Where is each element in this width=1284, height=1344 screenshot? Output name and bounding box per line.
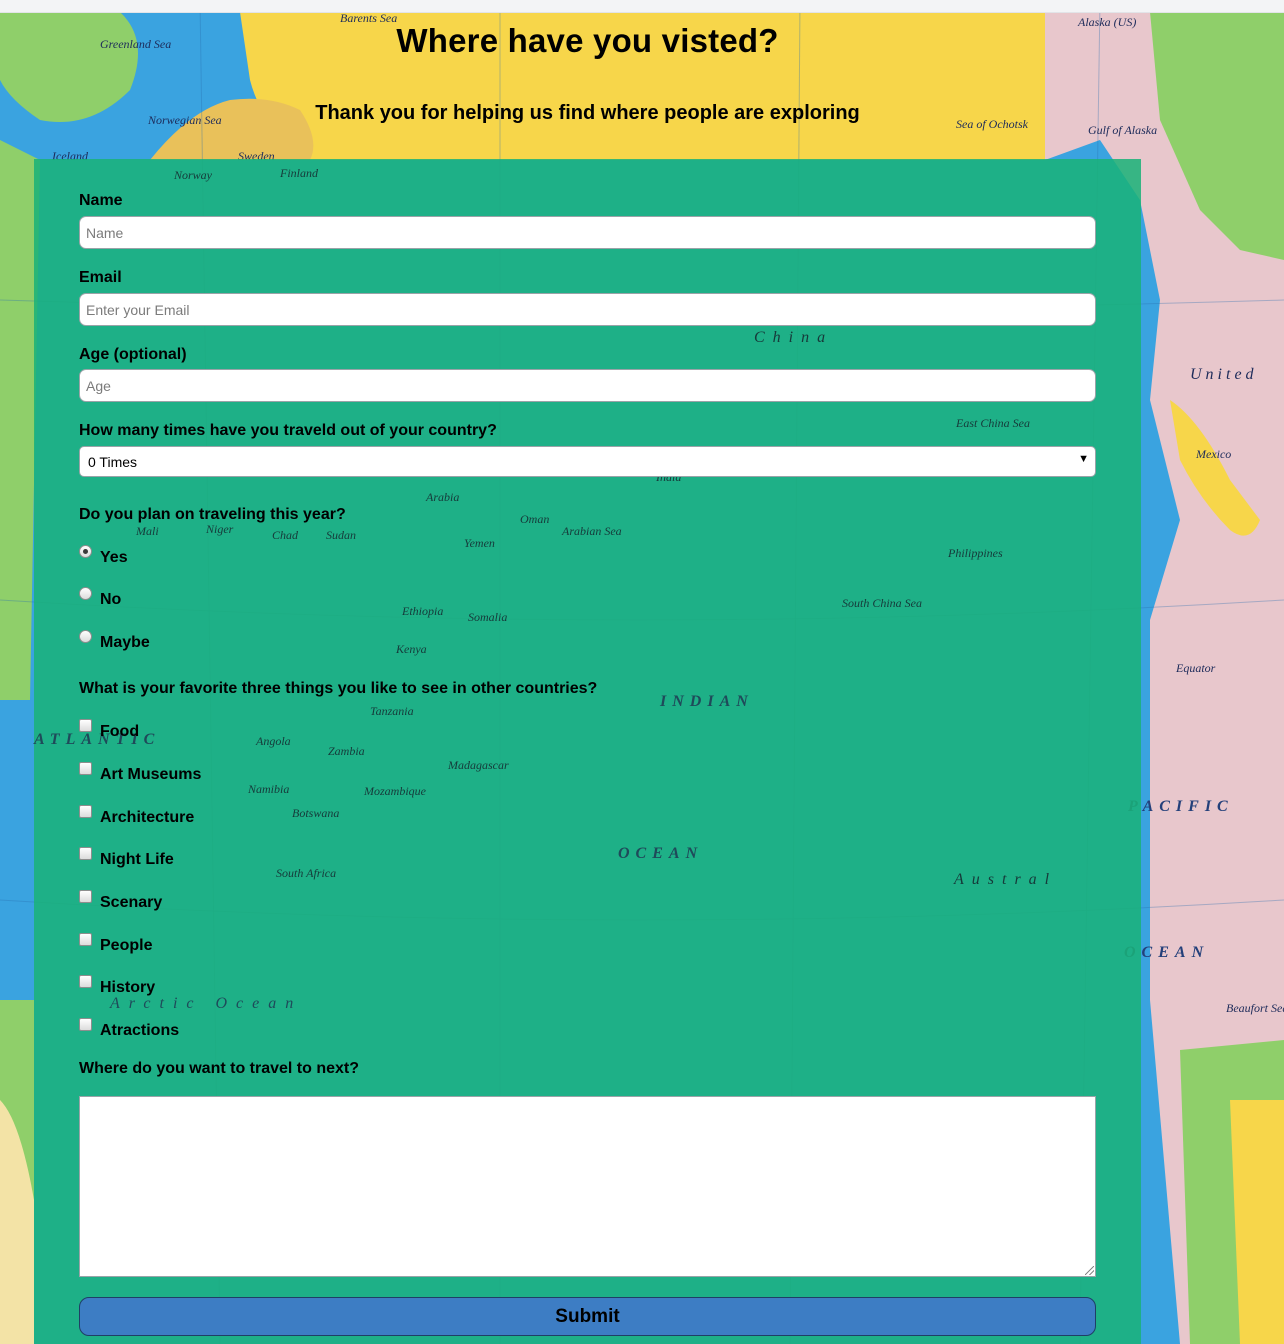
travel-count-label: How many times have you traveld out of y… xyxy=(79,422,497,439)
checkbox-art-museums[interactable] xyxy=(79,762,92,775)
plan-option-maybe[interactable]: Maybe xyxy=(79,630,150,654)
page-subtitle: Thank you for helping us find where peop… xyxy=(315,102,860,124)
favorite-option-history[interactable]: History xyxy=(79,975,156,999)
submit-button[interactable]: Submit xyxy=(79,1297,1096,1336)
checkbox-atractions[interactable] xyxy=(79,1018,92,1031)
map-label: Mexico xyxy=(1196,447,1232,461)
email-input[interactable] xyxy=(79,293,1096,326)
map-label: Sudan xyxy=(326,528,356,542)
checkbox-architecture[interactable] xyxy=(79,805,92,818)
map-label: Equator xyxy=(1176,661,1216,675)
checkbox-people[interactable] xyxy=(79,933,92,946)
map-label: Norway xyxy=(174,168,213,182)
plan-label: Do you plan on traveling this year? xyxy=(79,506,346,523)
map-label: Tanzania xyxy=(370,704,414,718)
plan-option-no[interactable]: No xyxy=(79,587,122,611)
radio-yes[interactable] xyxy=(79,545,92,558)
checkbox-label: Scenary xyxy=(100,894,163,911)
resize-grip-icon[interactable] xyxy=(1085,1266,1094,1275)
map-label: Oman xyxy=(520,512,550,526)
map-label: South China Sea xyxy=(842,596,922,610)
page-title: Where have you visted? xyxy=(396,22,779,59)
map-label: Chad xyxy=(272,528,299,542)
map-label: Philippines xyxy=(948,546,1003,560)
map-ocean-label: OCEAN xyxy=(618,845,704,862)
map-label: Botswana xyxy=(292,806,340,820)
checkbox-label: Atractions xyxy=(100,1022,180,1039)
age-label: Age (optional) xyxy=(79,346,187,363)
browser-top-bar xyxy=(0,0,1284,13)
radio-label: Maybe xyxy=(100,634,150,651)
map-label: Mozambique xyxy=(364,784,426,798)
favorites-label: What is your favorite three things you l… xyxy=(79,680,598,697)
map-label: Zambia xyxy=(328,744,365,758)
favorite-option-food[interactable]: Food xyxy=(79,719,140,743)
checkbox-label: History xyxy=(100,979,156,996)
map-ocean-label: INDIAN xyxy=(660,693,754,710)
map-label: Kenya xyxy=(396,642,427,656)
checkbox-label: Art Museums xyxy=(100,766,202,783)
checkbox-night-life[interactable] xyxy=(79,847,92,860)
radio-no[interactable] xyxy=(79,587,92,600)
map-label: China xyxy=(754,329,834,346)
map-label: Madagascar xyxy=(448,758,509,772)
email-label: Email xyxy=(79,269,122,286)
checkbox-label: People xyxy=(100,937,153,954)
map-label: Angola xyxy=(256,734,291,748)
map-label: East China Sea xyxy=(956,416,1030,430)
radio-maybe[interactable] xyxy=(79,630,92,643)
map-label: Austral xyxy=(954,871,1058,888)
favorite-option-atractions[interactable]: Atractions xyxy=(79,1018,180,1042)
next-destination-label: Where do you want to travel to next? xyxy=(79,1060,360,1077)
checkbox-scenary[interactable] xyxy=(79,890,92,903)
favorite-option-night-life[interactable]: Night Life xyxy=(79,847,174,871)
next-destination-textarea[interactable] xyxy=(79,1096,1096,1277)
map-label: Arabia xyxy=(426,490,460,504)
map-label: Ethiopia xyxy=(402,604,444,618)
map-label: Mali xyxy=(136,524,159,538)
checkbox-food[interactable] xyxy=(79,719,92,732)
map-label: Niger xyxy=(206,522,234,536)
favorite-option-architecture[interactable]: Architecture xyxy=(79,805,195,829)
checkbox-label: Night Life xyxy=(100,851,174,868)
map-label: Arabian Sea xyxy=(562,524,622,538)
checkbox-label: Architecture xyxy=(100,809,195,826)
map-label: Somalia xyxy=(468,610,508,624)
age-input[interactable] xyxy=(79,369,1096,402)
map-label: Finland xyxy=(280,166,318,180)
dropdown-arrow-icon: ▼ xyxy=(1078,453,1089,465)
favorite-option-art-museums[interactable]: Art Museums xyxy=(79,762,202,786)
travel-count-selected-value: 0 Times xyxy=(88,454,138,470)
map-label: Namibia xyxy=(248,782,290,796)
travel-count-select[interactable]: 0 Times ▼ xyxy=(79,446,1096,477)
map-label: South Africa xyxy=(276,866,337,880)
checkbox-label: Food xyxy=(100,723,140,740)
radio-label: Yes xyxy=(100,549,128,566)
map-ocean-label: PACIFIC xyxy=(1128,798,1234,815)
radio-label: No xyxy=(100,591,122,608)
map-label: Yemen xyxy=(464,536,495,550)
survey-form: Norway Finland China India Arabia Oman A… xyxy=(34,159,1141,1344)
map-label: United xyxy=(1190,366,1258,383)
map-label: Gulf of Alaska xyxy=(1088,123,1158,137)
plan-option-yes[interactable]: Yes xyxy=(79,545,128,569)
name-input[interactable] xyxy=(79,216,1096,249)
name-label: Name xyxy=(79,192,123,209)
checkbox-history[interactable] xyxy=(79,975,92,988)
favorite-option-scenary[interactable]: Scenary xyxy=(79,890,163,914)
map-label: Beaufort Sea xyxy=(1226,1001,1284,1015)
favorite-option-people[interactable]: People xyxy=(79,933,153,957)
